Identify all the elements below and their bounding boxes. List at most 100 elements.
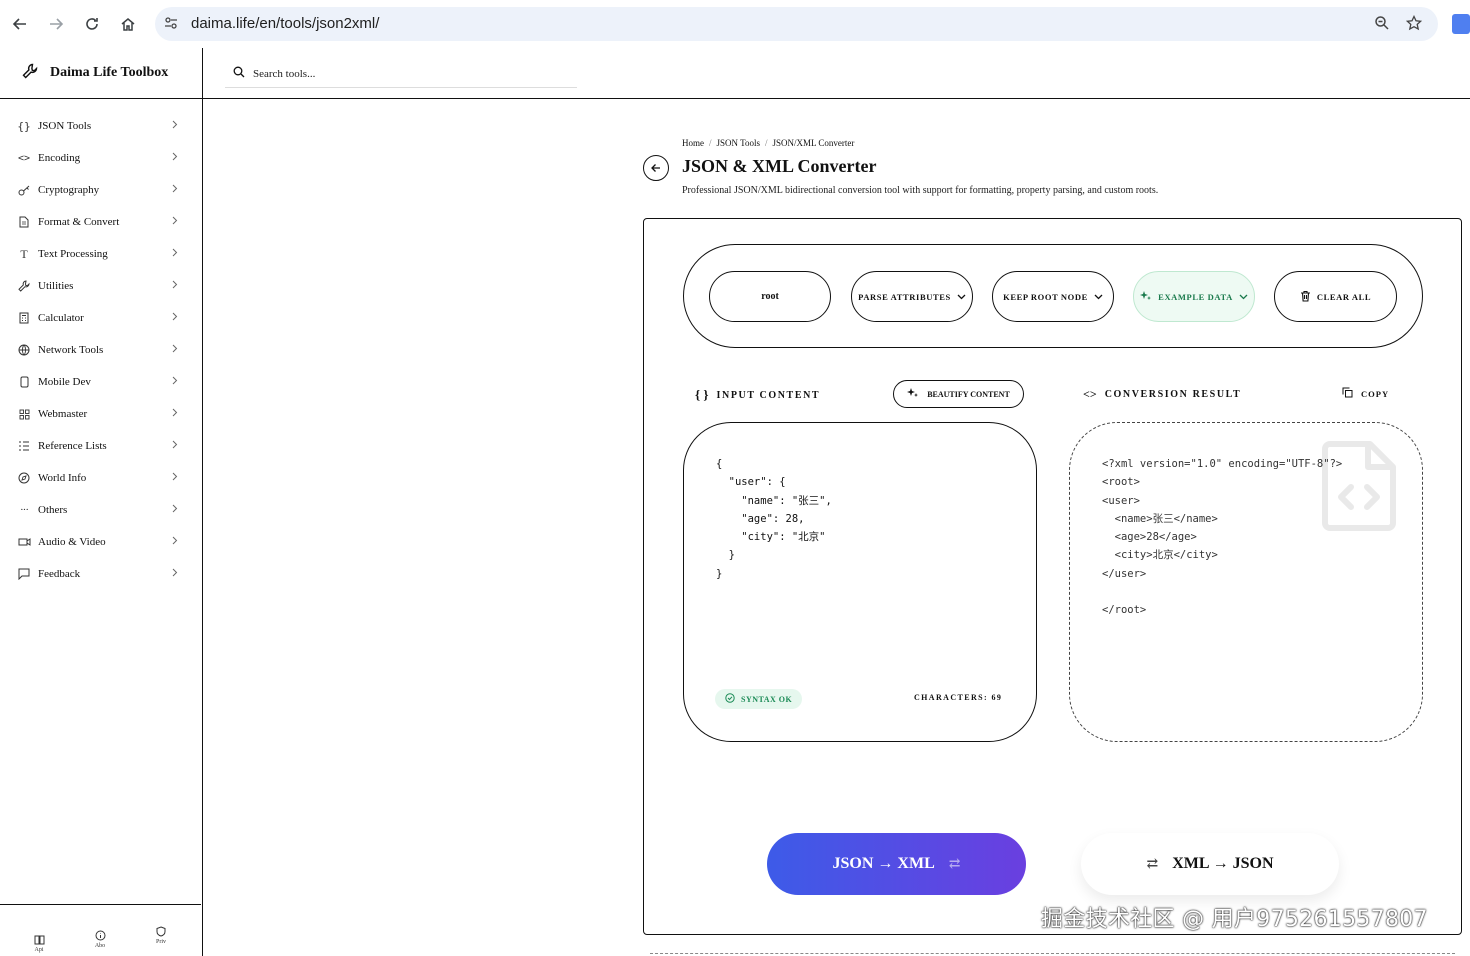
sidebar-item-label: Others bbox=[38, 504, 68, 516]
sidebar-item-json-tools[interactable]: {} JSON Tools bbox=[0, 110, 201, 142]
back-button[interactable] bbox=[643, 155, 669, 181]
sidebar-menu: {} JSON Tools <> Encoding Cryptography Format… bbox=[0, 110, 201, 590]
check-circle-icon bbox=[725, 693, 735, 705]
key-icon bbox=[17, 183, 31, 197]
root-name-value[interactable]: root bbox=[761, 291, 779, 302]
list-icon bbox=[17, 439, 31, 453]
sidebar-item-label: Calculator bbox=[38, 312, 84, 324]
chevron-right-icon bbox=[172, 216, 178, 228]
arrow-left-icon bbox=[651, 164, 660, 172]
sidebar-item-utilities[interactable]: Utilities bbox=[0, 270, 201, 302]
sidebar-item-reference-lists[interactable]: Reference Lists bbox=[0, 430, 201, 462]
brand[interactable]: Daima Life Toolbox bbox=[0, 48, 202, 99]
page-title: JSON & XML Converter bbox=[682, 156, 877, 176]
sidebar-item-encoding[interactable]: <> Encoding bbox=[0, 142, 201, 174]
message-icon bbox=[17, 567, 31, 581]
sidebar-item-calculator[interactable]: Calculator bbox=[0, 302, 201, 334]
sidebar-item-label: Encoding bbox=[38, 152, 81, 164]
chevron-right-icon bbox=[172, 120, 178, 132]
chevron-right-icon bbox=[172, 440, 178, 452]
xml-to-json-button[interactable]: ⇄ XML → JSON bbox=[1081, 833, 1339, 895]
sidebar-item-label: Utilities bbox=[38, 280, 74, 292]
sidebar-item-label: Feedback bbox=[38, 568, 81, 580]
address-bar[interactable]: daima.life/en/tools/json2xml/ bbox=[155, 7, 1438, 41]
copy-label: COPY bbox=[1361, 388, 1390, 399]
sidebar-item-cryptography[interactable]: Cryptography bbox=[0, 174, 201, 206]
breadcrumb-home[interactable]: Home bbox=[682, 138, 704, 148]
sidebar-footer-label: Priv bbox=[155, 939, 166, 945]
top-bar bbox=[203, 48, 1470, 99]
sidebar-item-label: Webmaster bbox=[38, 408, 88, 420]
breadcrumb-current: JSON/XML Converter bbox=[772, 138, 855, 148]
code-icon: <> bbox=[17, 152, 31, 164]
sidebar-footer-label: Api bbox=[34, 947, 44, 953]
zoom-icon[interactable] bbox=[1374, 15, 1390, 36]
breadcrumb-separator: / bbox=[709, 138, 712, 148]
copy-button[interactable]: COPY bbox=[1342, 387, 1389, 400]
sidebar-item-label: Format & Convert bbox=[38, 216, 120, 228]
sidebar-item-mobile-dev[interactable]: Mobile Dev bbox=[0, 366, 201, 398]
sidebar-footer-label: Abo bbox=[94, 943, 106, 949]
output-section-label: <> CONVERSION RESULT bbox=[1083, 387, 1241, 402]
sidebar-item-world-info[interactable]: World Info bbox=[0, 462, 201, 494]
sidebar-item-label: Text Processing bbox=[38, 248, 108, 260]
home-icon[interactable] bbox=[116, 12, 140, 36]
json-to-xml-button[interactable]: JSON → XML ⇄ bbox=[767, 833, 1026, 895]
chevron-down-icon bbox=[957, 292, 966, 302]
watermark-text: 掘金技术社区 @ 用户975261557807 bbox=[1041, 907, 1428, 932]
sidebar-footer-privacy[interactable]: Priv bbox=[149, 926, 173, 945]
syntax-status-text: SYNTAX OK bbox=[741, 694, 793, 704]
sidebar-item-network-tools[interactable]: Network Tools bbox=[0, 334, 201, 366]
json-to-xml-label: JSON → XML bbox=[832, 855, 935, 872]
grid-icon bbox=[17, 407, 31, 421]
search-input[interactable] bbox=[253, 67, 553, 80]
sparkle-icon bbox=[1140, 290, 1152, 304]
sidebar-item-audio-video[interactable]: Audio & Video bbox=[0, 526, 201, 558]
keep-root-node-dropdown[interactable]: KEEP ROOT NODE bbox=[992, 271, 1114, 322]
sidebar-item-feedback[interactable]: Feedback bbox=[0, 558, 201, 590]
clear-all-button[interactable]: CLEAR ALL bbox=[1274, 271, 1397, 322]
sidebar-item-webmaster[interactable]: Webmaster bbox=[0, 398, 201, 430]
file-icon bbox=[17, 215, 31, 229]
sidebar-item-others[interactable]: ··· Others bbox=[0, 494, 201, 526]
page-description: Professional JSON/XML bidirectional conv… bbox=[682, 185, 1159, 196]
xml-to-json-label: XML → JSON bbox=[1172, 855, 1274, 872]
sidebar-item-label: Mobile Dev bbox=[38, 376, 91, 388]
braces-icon: { } bbox=[695, 387, 709, 402]
parse-attributes-label: PARSE ATTRIBUTES bbox=[858, 291, 951, 302]
sidebar: Daima Life Toolbox {} JSON Tools <> Encodin… bbox=[0, 48, 203, 956]
parse-attributes-dropdown[interactable]: PARSE ATTRIBUTES bbox=[851, 271, 973, 322]
text-icon: T bbox=[20, 246, 28, 261]
xml-output-text[interactable]: <?xml version="1.0" encoding="UTF-8"?> <… bbox=[1102, 455, 1342, 620]
sidebar-item-text-processing[interactable]: T Text Processing bbox=[0, 238, 201, 270]
chevron-right-icon bbox=[172, 504, 178, 516]
extension-icon[interactable] bbox=[1452, 14, 1470, 34]
keep-root-node-label: KEEP ROOT NODE bbox=[1003, 291, 1088, 302]
bookmark-star-icon[interactable] bbox=[1405, 14, 1423, 36]
url-text[interactable]: daima.life/en/tools/json2xml/ bbox=[191, 15, 379, 32]
root-name-input[interactable]: root bbox=[709, 271, 831, 322]
site-settings-icon[interactable] bbox=[164, 16, 178, 35]
sidebar-footer-api[interactable]: Api bbox=[27, 935, 51, 953]
swap-icon: ⇄ bbox=[948, 856, 961, 872]
sidebar-item-format-convert[interactable]: Format & Convert bbox=[0, 206, 201, 238]
search-icon bbox=[233, 65, 245, 83]
shield-icon bbox=[149, 926, 173, 937]
trash-icon bbox=[1300, 290, 1311, 304]
back-arrow-icon[interactable] bbox=[8, 12, 32, 36]
sidebar-footer-about[interactable]: Abo bbox=[88, 930, 112, 949]
video-icon bbox=[17, 535, 31, 549]
forward-arrow-icon[interactable] bbox=[44, 12, 68, 36]
example-data-dropdown[interactable]: EXAMPLE DATA bbox=[1133, 271, 1255, 322]
sidebar-item-label: Cryptography bbox=[38, 184, 100, 196]
calculator-icon bbox=[17, 311, 31, 325]
search-box[interactable] bbox=[225, 60, 577, 88]
syntax-status-badge: SYNTAX OK bbox=[715, 689, 803, 709]
reload-icon[interactable] bbox=[80, 12, 104, 36]
breadcrumb: Home / JSON Tools / JSON/XML Converter bbox=[682, 138, 854, 148]
breadcrumb-json-tools[interactable]: JSON Tools bbox=[717, 138, 760, 148]
json-input-text[interactable]: { "user": { "name": "张三", "age": 28, "ci… bbox=[716, 455, 832, 583]
next-card-edge bbox=[650, 953, 1455, 955]
beautify-button[interactable]: BEAUTIFY CONTENT bbox=[893, 380, 1024, 408]
sidebar-item-label: Network Tools bbox=[38, 344, 104, 356]
